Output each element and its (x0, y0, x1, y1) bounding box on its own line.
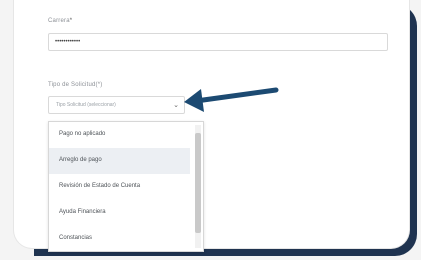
annotation-arrow-icon (184, 87, 279, 112)
